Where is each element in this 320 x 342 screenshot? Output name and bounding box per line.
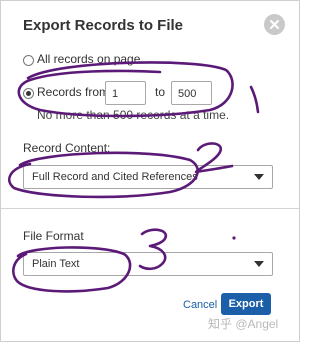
chevron-down-icon xyxy=(254,174,264,180)
records-to-input[interactable]: 500 xyxy=(171,81,212,105)
records-from-label: Records from: xyxy=(37,85,113,99)
records-limit-note: No more than 500 records at a time. xyxy=(37,108,230,122)
all-records-label: All records on page xyxy=(37,52,141,66)
dialog-title: Export Records to File xyxy=(23,17,184,34)
records-to-label: to xyxy=(155,85,166,99)
chevron-down-icon xyxy=(254,261,264,267)
section-divider xyxy=(1,208,299,209)
records-from-input[interactable]: 1 xyxy=(105,81,146,105)
records-range-radio[interactable] xyxy=(23,88,34,99)
file-format-label: File Format xyxy=(23,229,84,243)
close-icon xyxy=(270,20,279,29)
all-records-radio[interactable] xyxy=(23,55,34,66)
file-format-value: Plain Text xyxy=(32,258,80,270)
cancel-link[interactable]: Cancel xyxy=(183,299,217,311)
record-content-select[interactable]: Full Record and Cited References xyxy=(23,165,273,189)
watermark-text: 知乎 @Angel xyxy=(208,317,279,331)
close-button[interactable] xyxy=(264,14,285,35)
record-content-value: Full Record and Cited References xyxy=(32,171,198,183)
export-records-dialog: Export Records to File All records on pa… xyxy=(0,0,300,342)
export-button[interactable]: Export xyxy=(221,293,271,315)
record-content-label: Record Content: xyxy=(23,141,111,155)
file-format-select[interactable]: Plain Text xyxy=(23,252,273,276)
